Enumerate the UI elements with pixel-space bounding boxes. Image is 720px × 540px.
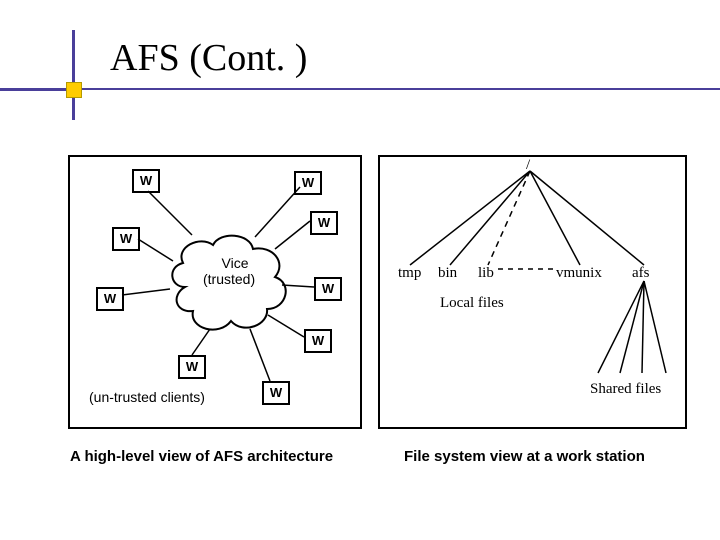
client-box: W	[314, 277, 342, 301]
dir-label: afs	[632, 265, 650, 282]
title-bullet-icon	[66, 82, 82, 98]
client-box: W	[96, 287, 124, 311]
dir-label: vmunix	[556, 265, 602, 282]
left-caption: A high-level view of AFS architecture	[70, 448, 333, 465]
client-box: W	[294, 171, 322, 195]
vice-trusted-label: (trusted)	[202, 271, 256, 287]
dir-label: lib	[478, 265, 494, 282]
left-diagram-panel: Vice (trusted) W W W W W W W W W (un-tru…	[68, 155, 362, 429]
right-caption: File system view at a work station	[404, 448, 645, 465]
client-box: W	[178, 355, 206, 379]
vice-label: Vice	[210, 255, 260, 271]
title-horizontal-line	[0, 88, 720, 92]
slide-title: AFS (Cont. )	[110, 36, 307, 80]
right-diagram-panel: / tmp bin lib vmunix afs Local files Sha…	[378, 155, 687, 429]
client-box: W	[132, 169, 160, 193]
shared-files-label: Shared files	[590, 381, 661, 398]
slide: AFS (Cont. ) Vice (trusted) W W W W W W …	[0, 0, 720, 540]
dir-label: bin	[438, 265, 457, 282]
root-label: /	[526, 157, 530, 174]
client-box: W	[304, 329, 332, 353]
untrusted-clients-label: (un-trusted clients)	[88, 389, 206, 405]
title-vertical-line	[72, 30, 75, 120]
dir-label: tmp	[398, 265, 421, 282]
client-box: W	[262, 381, 290, 405]
client-box: W	[112, 227, 140, 251]
client-box: W	[310, 211, 338, 235]
local-files-label: Local files	[440, 295, 504, 312]
